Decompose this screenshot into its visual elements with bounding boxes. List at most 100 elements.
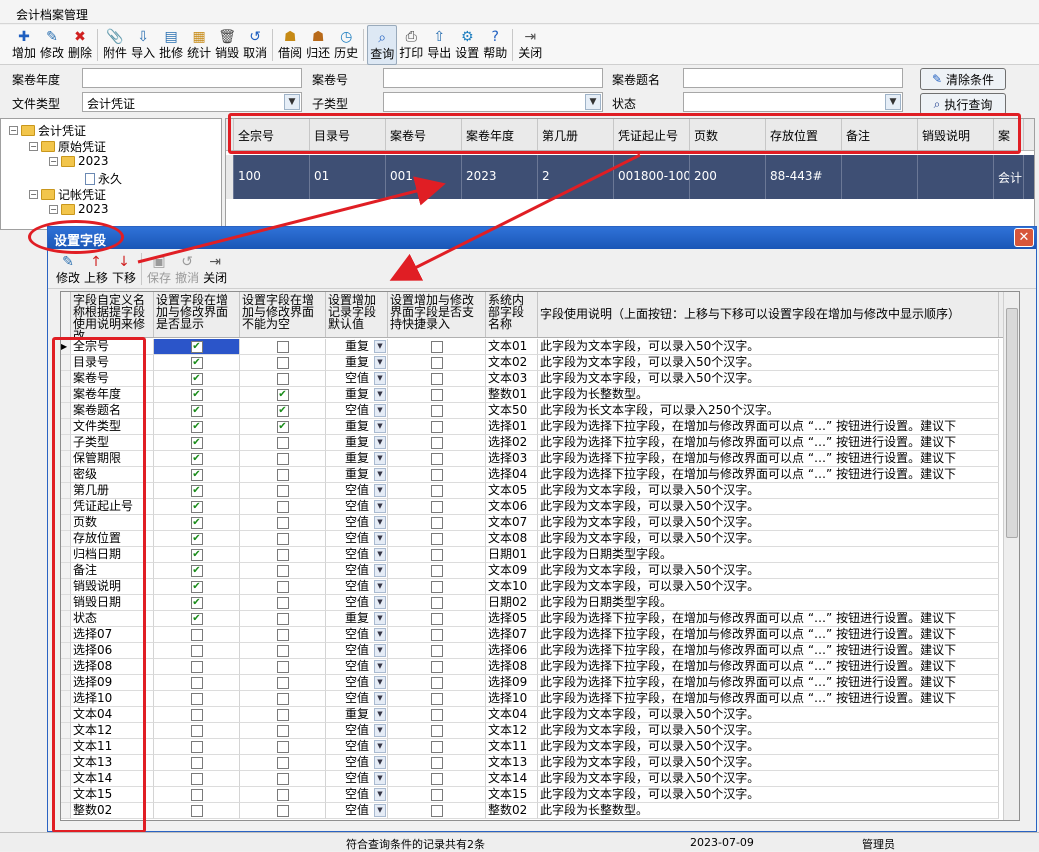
quick-entry-checkbox[interactable] [430, 404, 443, 417]
toolbar-search-button[interactable]: ⌕ 查询 [367, 25, 398, 65]
default-value-select[interactable]: 重复 ▼ [326, 611, 388, 627]
collapse-icon[interactable]: − [29, 142, 38, 151]
show-field-checkbox[interactable] [190, 772, 203, 785]
table-row[interactable]: 销毁说明 ✔ 空值 ▼ 文本10 此字段为文本字段，可以录入50个汉字。 [61, 579, 1019, 595]
chevron-down-icon[interactable]: ▼ [374, 788, 386, 801]
required-field-checkbox[interactable]: ✔ [276, 388, 289, 401]
chevron-down-icon[interactable]: ▼ [374, 644, 386, 657]
show-field-checkbox[interactable]: ✔ [190, 420, 203, 433]
vertical-scrollbar[interactable] [1003, 292, 1019, 820]
year-input[interactable] [82, 68, 302, 88]
quick-entry-checkbox[interactable] [430, 388, 443, 401]
table-cell[interactable]: 88-443# [766, 155, 842, 199]
required-field-checkbox[interactable] [276, 484, 289, 497]
quick-entry-checkbox[interactable] [430, 724, 443, 737]
default-value-select[interactable]: 重复 ▼ [326, 387, 388, 403]
scrollbar-thumb[interactable] [1006, 308, 1018, 538]
chevron-down-icon[interactable]: ▼ [374, 356, 386, 369]
default-value-select[interactable]: 空值 ▼ [326, 627, 388, 643]
table-row[interactable]: 整数02 空值 ▼ 整数02 此字段为长整数型。 [61, 803, 1019, 819]
default-value-select[interactable]: 空值 ▼ [326, 595, 388, 611]
chevron-down-icon[interactable]: ▼ [374, 660, 386, 673]
required-field-checkbox[interactable] [276, 788, 289, 801]
quick-entry-checkbox[interactable] [430, 548, 443, 561]
required-field-checkbox[interactable] [276, 516, 289, 529]
default-value-select[interactable]: 重复 ▼ [326, 451, 388, 467]
required-field-checkbox[interactable] [276, 804, 289, 817]
table-row[interactable]: 100 01 001 2023 2 001800-100 200 88-443# 会计 [226, 155, 1034, 199]
chevron-down-icon[interactable]: ▼ [374, 692, 386, 705]
toolbar-batch-edit-button[interactable]: ▤ 批修 [157, 25, 185, 65]
quick-entry-checkbox[interactable] [430, 532, 443, 545]
field-custom-name[interactable]: 凭证起止号 [71, 499, 154, 515]
show-field-checkbox[interactable]: ✔ [190, 340, 203, 353]
close-icon[interactable]: ✕ [1014, 228, 1034, 247]
quick-entry-checkbox[interactable] [430, 372, 443, 385]
show-field-checkbox[interactable]: ✔ [190, 580, 203, 593]
field-custom-name[interactable]: 案卷号 [71, 371, 154, 387]
show-field-checkbox[interactable]: ✔ [190, 356, 203, 369]
quick-entry-checkbox[interactable] [430, 676, 443, 689]
chevron-down-icon[interactable]: ▼ [374, 596, 386, 609]
chevron-down-icon[interactable]: ▼ [374, 452, 386, 465]
tree-node-permanent[interactable]: 永久 [85, 170, 122, 187]
required-field-checkbox[interactable] [276, 596, 289, 609]
quick-entry-checkbox[interactable] [430, 500, 443, 513]
default-value-select[interactable]: 空值 ▼ [326, 739, 388, 755]
table-row[interactable]: 归档日期 ✔ 空值 ▼ 日期01 此字段为日期类型字段。 [61, 547, 1019, 563]
default-value-select[interactable]: 空值 ▼ [326, 675, 388, 691]
chevron-down-icon[interactable]: ▼ [374, 548, 386, 561]
toolbar-history-clock-button[interactable]: ◷ 历史 [332, 25, 360, 65]
show-field-checkbox[interactable] [190, 676, 203, 689]
required-field-checkbox[interactable]: ✔ [276, 404, 289, 417]
quick-entry-checkbox[interactable] [430, 452, 443, 465]
table-row[interactable]: 文件类型 ✔ ✔ 重复 ▼ 选择01 此字段为选择下拉字段，在增加与修改界面可以点 “…” … [61, 419, 1019, 435]
table-cell[interactable]: 001800-100 [614, 155, 690, 199]
show-field-checkbox[interactable] [190, 804, 203, 817]
toolbar-exit-door-button[interactable]: ⇥ 关闭 [516, 25, 544, 65]
required-field-checkbox[interactable] [276, 660, 289, 673]
chevron-down-icon[interactable]: ▼ [374, 580, 386, 593]
quick-entry-checkbox[interactable] [430, 692, 443, 705]
table-row[interactable]: 备注 ✔ 空值 ▼ 文本09 此字段为文本字段，可以录入50个汉字。 [61, 563, 1019, 579]
toolbar-undo-button[interactable]: ↺ 取消 [241, 25, 269, 65]
chevron-down-icon[interactable]: ▼ [585, 94, 601, 110]
field-custom-name[interactable]: 销毁日期 [71, 595, 154, 611]
chevron-down-icon[interactable]: ▼ [374, 612, 386, 625]
tree-node-year[interactable]: − 2023 [49, 202, 109, 216]
quick-entry-checkbox[interactable] [430, 804, 443, 817]
show-field-checkbox[interactable] [190, 708, 203, 721]
chevron-down-icon[interactable]: ▼ [374, 532, 386, 545]
field-custom-name[interactable]: 选择07 [71, 627, 154, 643]
table-row[interactable]: 页数 ✔ 空值 ▼ 文本07 此字段为文本字段，可以录入50个汉字。 [61, 515, 1019, 531]
field-custom-name[interactable]: 状态 [71, 611, 154, 627]
toolbar-plus-button[interactable]: ✚ 增加 [10, 25, 38, 65]
toolbar-statistics-button[interactable]: ▦ 统计 [185, 25, 213, 65]
default-value-select[interactable]: 重复 ▼ [326, 355, 388, 371]
required-field-checkbox[interactable] [276, 548, 289, 561]
show-field-checkbox[interactable]: ✔ [190, 388, 203, 401]
required-field-checkbox[interactable] [276, 452, 289, 465]
default-value-select[interactable]: 重复 ▼ [326, 467, 388, 483]
collapse-icon[interactable]: − [29, 190, 38, 199]
field-custom-name[interactable]: 文本12 [71, 723, 154, 739]
table-row[interactable]: 目录号 ✔ 重复 ▼ 文本02 此字段为文本字段，可以录入50个汉字。 [61, 355, 1019, 371]
table-row[interactable]: ▶ 全宗号 ✔ 重复 ▼ 文本01 此字段为文本字段，可以录入50个汉字。 [61, 339, 1019, 355]
default-value-select[interactable]: 空值 ▼ [326, 371, 388, 387]
quick-entry-checkbox[interactable] [430, 628, 443, 641]
sub-type-select[interactable]: ▼ [383, 92, 603, 112]
status-select[interactable]: ▼ [683, 92, 903, 112]
quick-entry-checkbox[interactable] [430, 644, 443, 657]
table-row[interactable]: 状态 ✔ 重复 ▼ 选择05 此字段为选择下拉字段，在增加与修改界面可以点 “…” 按钮进… [61, 611, 1019, 627]
quick-entry-checkbox[interactable] [430, 612, 443, 625]
quick-entry-checkbox[interactable] [430, 468, 443, 481]
show-field-checkbox[interactable]: ✔ [190, 452, 203, 465]
quick-entry-checkbox[interactable] [430, 356, 443, 369]
column-header[interactable]: 凭证起止号 [614, 119, 690, 150]
table-row[interactable]: 选择06 空值 ▼ 选择06 此字段为选择下拉字段，在增加与修改界面可以点 “…” 按钮… [61, 643, 1019, 659]
required-field-checkbox[interactable] [276, 500, 289, 513]
table-cell[interactable]: 2 [538, 155, 614, 199]
toolbar-printer-button[interactable]: ⎙ 打印 [397, 25, 425, 65]
quick-entry-checkbox[interactable] [430, 596, 443, 609]
toolbar-trash-button[interactable]: 🗑 销毁 [213, 25, 241, 65]
